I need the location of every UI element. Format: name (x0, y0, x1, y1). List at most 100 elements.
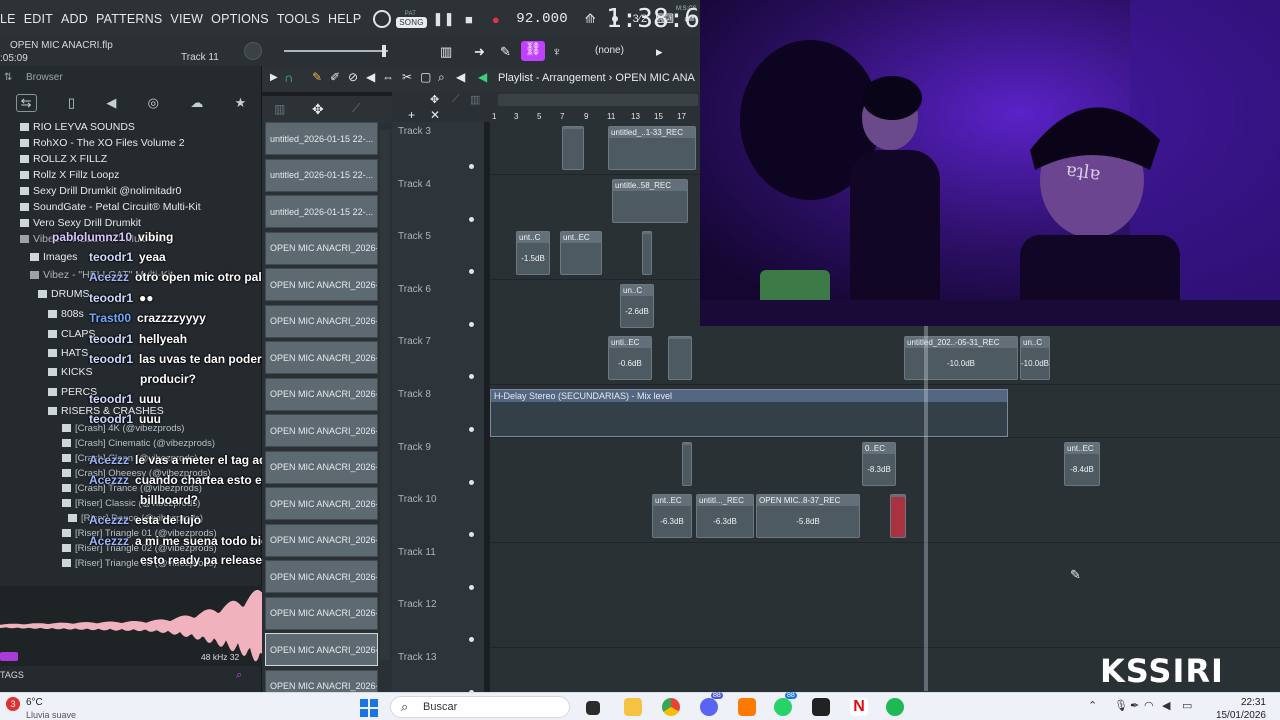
zoom-tool-icon[interactable]: ⌕ (438, 70, 445, 85)
track-lane[interactable] (490, 542, 1280, 596)
wifi-icon[interactable]: ◠ (1144, 699, 1154, 712)
audio-clip[interactable]: unt..EC -8.4dB (1064, 441, 1100, 486)
slice-tool-icon[interactable]: ✂ (402, 70, 412, 84)
folder-rollz-fillz[interactable]: ROLLZ X FILLZ (20, 153, 107, 165)
track-header[interactable]: Track 10 (392, 490, 484, 544)
playlist-overview-scrollbar[interactable] (498, 94, 698, 106)
bar-number[interactable]: 1 (492, 112, 496, 121)
track-header[interactable]: Track 3 (392, 122, 484, 175)
magnet-icon[interactable]: ∩ (284, 70, 293, 85)
pattern-item[interactable]: OPEN MIC ANACRI_2026-0... (265, 414, 378, 447)
track-header[interactable]: Track 8 (392, 385, 484, 438)
audio-clip[interactable] (562, 126, 584, 170)
pen-icon[interactable]: ✒ (1130, 699, 1139, 712)
track-header[interactable]: Track 6 (392, 279, 484, 333)
tray-chevron-icon[interactable]: ⌃ (1088, 699, 1097, 712)
taskbar-clock[interactable]: 22:31 15/01/2026 (1214, 696, 1266, 720)
pattern-item[interactable]: OPEN MIC ANACRI_2026-0... (265, 633, 378, 666)
pattern-item[interactable]: OPEN MIC ANACRI_2026-0... (265, 487, 378, 520)
audio-clip[interactable]: 0..EC -8.3dB (862, 441, 896, 486)
playback-tool-icon[interactable]: ◀ (456, 70, 465, 84)
microphone-icon[interactable]: 🎙︎ (1114, 699, 1128, 712)
master-volume-slider[interactable] (284, 50, 388, 52)
delete-tool-icon[interactable]: ⊘ (348, 70, 358, 84)
folder-rohxo[interactable]: RohXO - The XO Files Volume 2 (20, 137, 185, 149)
folder-hats[interactable]: HATS (48, 347, 88, 359)
audio-clip[interactable]: untitl..._REC -6.3dB (696, 494, 754, 539)
slip-tool-icon[interactable]: ⇔ (382, 70, 394, 84)
paint-tool-icon[interactable]: ✐ (330, 70, 340, 84)
folder-808s[interactable]: 808s (48, 308, 84, 320)
bar-number[interactable]: 7 (560, 112, 564, 121)
automation-view-icon[interactable]: ⟋ (352, 101, 360, 116)
whatsapp-icon[interactable] (774, 698, 792, 716)
fl-studio-icon[interactable] (738, 698, 756, 716)
folder-images[interactable]: Images (30, 251, 77, 263)
track-header[interactable]: Track 7 (392, 332, 484, 386)
master-volume-handle[interactable] (382, 45, 386, 57)
audio-clip[interactable]: untitled_..1-33_REC (608, 126, 696, 170)
record-button[interactable]: ● (485, 8, 506, 30)
audio-clip[interactable] (668, 336, 692, 381)
pattern-item[interactable]: OPEN MIC ANACRI_2026-0... (265, 560, 378, 593)
audio-clip[interactable]: OPEN MIC..8-37_REC -5.8dB (756, 494, 860, 539)
menu-file[interactable]: LE (0, 12, 20, 26)
audio-clip[interactable]: un..C -10.0dB (1020, 336, 1050, 381)
pattern-item[interactable]: OPEN MIC ANACRI_2026-0... (265, 341, 378, 374)
folder-drums[interactable]: DRUMS (38, 288, 90, 300)
bar-number[interactable]: 13 (631, 112, 640, 121)
audio-clip[interactable]: unti..EC -0.6dB (608, 336, 652, 381)
menu-edit[interactable]: EDIT (20, 12, 57, 26)
pattern-item[interactable]: untitled_2026-01-15 22-... (265, 195, 378, 228)
chrome-icon[interactable] (662, 698, 680, 716)
track-led-icon[interactable] (469, 637, 474, 643)
track-header[interactable]: Track 12 (392, 595, 484, 649)
weather-temperature[interactable]: 6°C (26, 697, 43, 708)
playlist-up-arrow-icon[interactable]: ✥ (430, 93, 439, 106)
bar-number[interactable]: 5 (537, 112, 541, 121)
brush-icon[interactable]: ✎ (500, 44, 511, 60)
overview-grid-icon[interactable]: ▥ (470, 93, 480, 106)
audio-clip[interactable]: unt..EC (560, 231, 602, 276)
windows-start-icon[interactable] (360, 699, 378, 717)
draw-tool-icon[interactable]: ✎ (312, 70, 322, 84)
pattern-item[interactable]: OPEN MIC ANACRI_2026-0... (265, 596, 378, 630)
speaker-icon[interactable]: ◀ (106, 95, 116, 111)
menu-help[interactable]: HELP (324, 12, 365, 26)
camera-app-icon[interactable] (812, 698, 830, 716)
cloud-icon[interactable]: ☁ (190, 95, 203, 111)
bar-number[interactable]: 17 (677, 112, 686, 121)
browser-arrows-icon[interactable]: ⇅ (4, 72, 12, 83)
audio-clip[interactable] (682, 441, 692, 486)
overview-knob-icon[interactable]: ⟋ (452, 93, 460, 106)
playlist-speaker-icon[interactable]: ◀ (478, 70, 487, 84)
pattern-view-icon[interactable]: ▥ (274, 102, 285, 116)
track-lane[interactable] (490, 490, 1280, 544)
preview-play-icon[interactable] (0, 652, 18, 661)
spotify-icon[interactable] (886, 698, 904, 716)
stamp-icon[interactable]: ♆ (552, 44, 562, 59)
track-led-icon[interactable] (469, 532, 474, 538)
track-led-icon[interactable] (469, 479, 474, 485)
all-tab-icon[interactable]: ⇆ (15, 94, 37, 112)
track-led-icon[interactable] (469, 427, 474, 432)
audio-clip[interactable]: unt..EC -6.3dB (652, 494, 692, 539)
menu-options[interactable]: OPTIONS (207, 12, 273, 26)
arrangement-name[interactable]: OPEN MIC ANA (615, 72, 694, 84)
task-view-icon[interactable] (586, 701, 600, 715)
bar-number[interactable]: 3 (514, 112, 518, 121)
knob-icon[interactable] (244, 42, 262, 60)
weather-description[interactable]: Lluvia suave (26, 710, 76, 720)
folder-sexy-drill[interactable]: Sexy Drill Drumkit @nolimitadr0 (20, 185, 181, 197)
plugin-db-icon[interactable]: ◎ (148, 95, 159, 111)
track-led-icon[interactable] (469, 164, 474, 169)
menu-view[interactable]: VIEW (166, 12, 207, 26)
track-header[interactable]: Track 4 (392, 174, 484, 228)
menu-patterns[interactable]: PATTERNS (92, 12, 166, 26)
track-led-icon[interactable] (469, 269, 474, 275)
file-explorer-icon[interactable] (624, 698, 642, 716)
track-led-icon[interactable] (469, 321, 474, 327)
project-files-icon[interactable]: ▯ (68, 95, 75, 111)
folder-rio-leyva[interactable]: RIO LEYVA SOUNDS (20, 121, 135, 133)
netflix-icon[interactable]: N (850, 698, 868, 716)
